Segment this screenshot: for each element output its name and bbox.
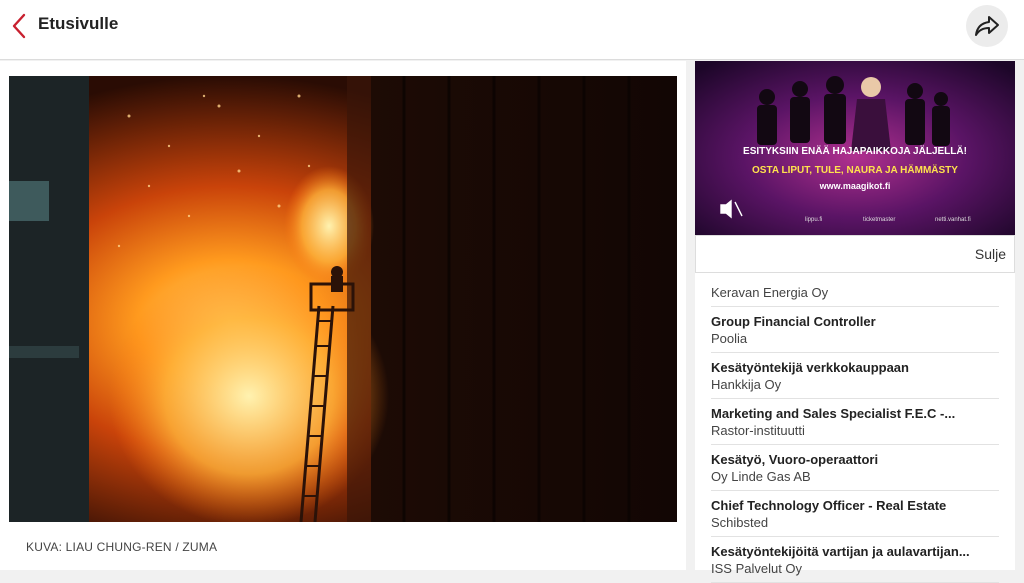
job-list-item[interactable]: Marketing and Sales Specialist F.E.C -..…: [711, 399, 999, 445]
job-title: Marketing and Sales Specialist F.E.C -..…: [711, 406, 956, 421]
job-list-item[interactable]: Chief Technology Officer - Real Estate S…: [711, 491, 999, 537]
article-photo[interactable]: [9, 76, 677, 522]
job-title: Kesätyöntekijöitä vartijan ja aulavartij…: [711, 544, 970, 559]
job-company: Rastor-instituutti: [711, 423, 805, 438]
job-list-item[interactable]: Keravan Energia Oy: [711, 273, 999, 307]
ad-close-row: Sulje: [695, 235, 1015, 273]
back-chevron-icon[interactable]: [8, 12, 32, 40]
job-list-item[interactable]: Kesätyö, Vuoro-operaattori Oy Linde Gas …: [711, 445, 999, 491]
article-area: KUVA: LIAU CHUNG-REN / ZUMA: [0, 61, 686, 570]
svg-text:www.maagikot.fi: www.maagikot.fi: [819, 181, 891, 191]
advertisement-banner[interactable]: ESITYKSIIN ENÄÄ HAJAPAIKKOJA JÄLJELLÄ! O…: [695, 61, 1015, 235]
job-company: Hankkija Oy: [711, 377, 782, 392]
top-bar: Etusivulle: [0, 0, 1024, 60]
job-title: Group Financial Controller: [711, 314, 876, 329]
svg-text:lippu.fi: lippu.fi: [805, 217, 822, 223]
share-button[interactable]: [966, 5, 1008, 47]
svg-text:ESITYKSIIN ENÄÄ HAJAPAIKKOJA J: ESITYKSIIN ENÄÄ HAJAPAIKKOJA JÄLJELLÄ!: [743, 144, 967, 157]
share-icon: [975, 16, 999, 36]
job-title: Kesätyöntekijä verkkokauppaan: [711, 360, 909, 375]
sidebar: ESITYKSIIN ENÄÄ HAJAPAIKKOJA JÄLJELLÄ! O…: [695, 61, 1015, 583]
ad-close-button[interactable]: Sulje: [975, 246, 1006, 262]
job-company: ISS Palvelut Oy: [711, 561, 803, 576]
job-company: Keravan Energia Oy: [711, 285, 829, 300]
svg-text:OSTA LIPUT, TULE, NAURA JA HÄM: OSTA LIPUT, TULE, NAURA JA HÄMMÄSTY: [752, 163, 958, 176]
job-list-item[interactable]: Kesätyöntekijöitä vartijan ja aulavartij…: [711, 537, 999, 583]
photo-caption: KUVA: LIAU CHUNG-REN / ZUMA: [26, 540, 218, 554]
job-company: Schibsted: [711, 515, 769, 530]
job-list-item[interactable]: Group Financial Controller Poolia: [711, 307, 999, 353]
job-list: Keravan Energia Oy Group Financial Contr…: [711, 273, 999, 583]
job-title: Kesätyö, Vuoro-operaattori: [711, 452, 879, 467]
job-company: Poolia: [711, 331, 748, 346]
job-title: Chief Technology Officer - Real Estate: [711, 498, 947, 513]
svg-text:ticketmaster: ticketmaster: [863, 217, 895, 223]
svg-text:netti.vanhat.fi: netti.vanhat.fi: [935, 217, 971, 223]
job-list-item[interactable]: Kesätyöntekijä verkkokauppaan Hankkija O…: [711, 353, 999, 399]
job-company: Oy Linde Gas AB: [711, 469, 811, 484]
back-link[interactable]: Etusivulle: [38, 14, 118, 34]
